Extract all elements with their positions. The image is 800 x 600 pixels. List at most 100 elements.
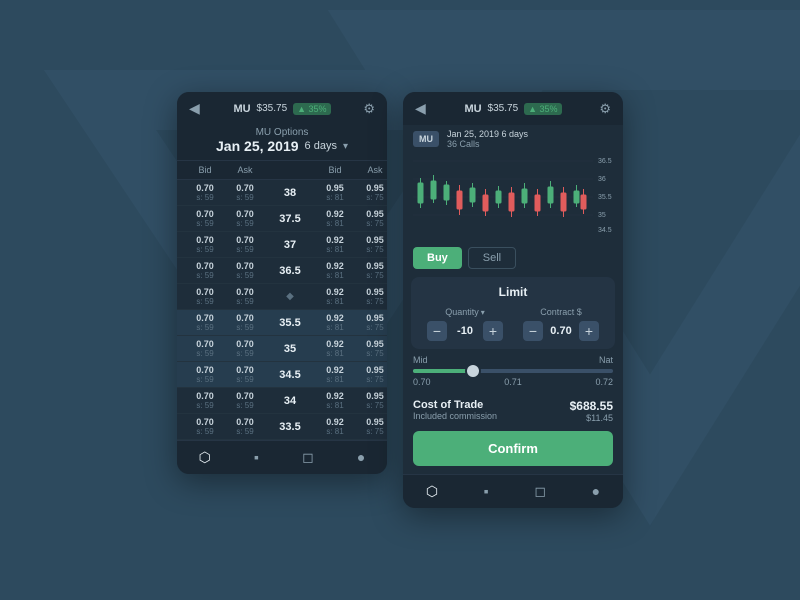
cost-amounts: $688.55 $11.45 [570,399,613,423]
nav-icon-home[interactable]: ⬡ [199,449,211,466]
chart-area: 36.5 36 35.5 35 34.5 [403,149,623,239]
table-row[interactable]: 0.70s: 59 0.70s: 59 36.5 0.92s: 81 0.95s… [177,258,387,284]
right-nav-profile-icon[interactable]: ● [592,483,600,500]
nav-icon-profile[interactable]: ● [357,449,365,466]
right-nav-portfolio-icon[interactable]: ▪ [484,483,489,500]
table-row[interactable]: 0.70s: 59 0.70s: 59 37 0.92s: 81 0.95s: … [177,232,387,258]
col-strike [265,165,315,175]
ticker-label: MU [233,103,250,115]
quantity-value: -10 [451,325,479,337]
candlestick-chart: 36.5 36 35.5 35 34.5 [409,153,617,233]
cost-row: Cost of Trade Included commission $688.5… [403,391,623,425]
slider-mid-label: Mid [413,355,428,365]
slider-track[interactable] [413,369,613,373]
contract-stepper: − 0.70 + [517,321,605,341]
cost-commission: $11.45 [570,413,613,423]
mu-logo: MU [413,131,439,147]
svg-text:35.5: 35.5 [598,194,612,201]
contract-value: 0.70 [547,325,575,337]
cost-label: Cost of Trade [413,399,497,411]
slider-labels-row: Mid Nat [413,355,613,365]
panels-container: ◀ MU $35.75 ▲ 35% ⚙ MU Options Jan 25, 2… [177,92,623,508]
table-row[interactable]: 0.70s: 59 0.70s: 59 35.5 0.92s: 81 0.95s… [177,310,387,336]
confirm-button[interactable]: Confirm [413,431,613,466]
quantity-minus-button[interactable]: − [427,321,447,341]
options-title: MU Options [177,127,387,138]
sell-button[interactable]: Sell [468,247,516,269]
table-row[interactable]: 0.70s: 59 0.70s: 59 ◆ 0.92s: 81 0.95s: 7… [177,284,387,310]
days-badge: 6 days [305,140,337,152]
right-bottom-nav: ⬡ ▪ ◻ ● [403,474,623,508]
right-panel: ◀ MU $35.75 ▲ 35% ⚙ MU Jan 25, 2019 6 da… [403,92,623,508]
chart-info: MU Jan 25, 2019 6 days 36 Calls [403,125,623,149]
order-panel: Limit Quantity ▾ − -10 + [411,277,615,349]
right-change-badge: ▲ 35% [524,103,561,115]
right-header-content: MU $35.75 ▲ 35% [435,103,591,115]
svg-text:36.5: 36.5 [598,158,612,165]
table-row[interactable]: 0.70s: 59 0.70s: 59 37.5 0.92s: 81 0.95s… [177,206,387,232]
svg-text:36: 36 [598,176,606,183]
right-nav-watchlist-icon[interactable]: ◻ [534,483,546,500]
table-row[interactable]: 0.70s: 59 0.70s: 59 34.5 0.92s: 81 0.95s… [177,362,387,388]
col-ask2: Ask [355,165,387,175]
right-nav-home-icon[interactable]: ⬡ [426,483,438,500]
chart-subtitle: Jan 25, 2019 6 days [447,129,528,139]
ticker-row: MU $35.75 ▲ 35% [233,103,330,115]
buy-sell-row: Buy Sell [403,239,623,277]
table-row[interactable]: 0.70s: 59 0.70s: 59 38 0.95s: 81 0.95s: … [177,180,387,206]
cost-amount: $688.55 [570,399,613,413]
right-gear-button[interactable]: ⚙ [591,101,611,117]
svg-text:34.5: 34.5 [598,227,612,233]
svg-text:35: 35 [598,212,606,219]
right-ticker-label: MU [464,103,481,115]
buy-button[interactable]: Buy [413,247,462,269]
slider-fill [413,369,473,373]
quantity-label: Quantity ▾ [421,307,509,317]
col-bid2: Bid [315,165,355,175]
contract-plus-button[interactable]: + [579,321,599,341]
quantity-field: Quantity ▾ − -10 + [421,307,509,341]
slider-val-1: 0.71 [504,377,522,387]
slider-values-row: 0.70 0.71 0.72 [413,377,613,387]
right-back-button[interactable]: ◀ [415,100,435,117]
contract-minus-button[interactable]: − [523,321,543,341]
left-bottom-nav: ⬡ ▪ ◻ ● [177,440,387,474]
change-badge: ▲ 35% [293,103,330,115]
table-row[interactable]: 0.70s: 59 0.70s: 59 34 0.92s: 81 0.95s: … [177,388,387,414]
contract-field: Contract $ − 0.70 + [517,307,605,341]
gear-button[interactable]: ⚙ [355,101,375,117]
table-row[interactable]: 0.70s: 59 0.70s: 59 33.5 0.92s: 81 0.95s… [177,414,387,440]
slider-val-0: 0.70 [413,377,431,387]
quantity-chevron-icon: ▾ [481,308,485,317]
contract-label: Contract $ [517,307,605,317]
options-title-bar: MU Options Jan 25, 2019 6 days ▾ [177,125,387,161]
date-chevron-icon[interactable]: ▾ [343,141,348,152]
back-button[interactable]: ◀ [189,100,209,117]
table-header: Bid Ask Bid Ask [177,161,387,180]
right-panel-header: ◀ MU $35.75 ▲ 35% ⚙ [403,92,623,125]
table-row[interactable]: 0.70s: 59 0.70s: 59 35 0.92s: 81 0.95s: … [177,336,387,362]
col-ask: Ask [225,165,265,175]
nav-icon-portfolio[interactable]: ▪ [254,449,259,466]
quantity-plus-button[interactable]: + [483,321,503,341]
order-type-label: Limit [421,285,605,299]
left-panel-header: ◀ MU $35.75 ▲ 35% ⚙ [177,92,387,125]
cost-sub: Included commission [413,411,497,421]
options-table: 0.70s: 59 0.70s: 59 38 0.95s: 81 0.95s: … [177,180,387,440]
cost-labels: Cost of Trade Included commission [413,399,497,421]
slider-val-2: 0.72 [595,377,613,387]
header-center: MU $35.75 ▲ 35% [233,103,330,115]
slider-nat-label: Nat [599,355,613,365]
nav-icon-watchlist[interactable]: ◻ [302,449,314,466]
slider-thumb[interactable] [467,365,479,377]
date-row: Jan 25, 2019 6 days ▾ [177,138,387,154]
price-slider-container: Mid Nat 0.70 0.71 0.72 [403,349,623,391]
right-ticker-row: MU $35.75 ▲ 35% [464,103,561,115]
order-fields-row: Quantity ▾ − -10 + Contract $ − [421,307,605,341]
chart-subtitle2: 36 Calls [447,139,528,149]
date-text: Jan 25, 2019 [216,138,299,154]
col-bid: Bid [185,165,225,175]
price-label: $35.75 [257,103,288,114]
right-price-label: $35.75 [488,103,519,114]
left-panel: ◀ MU $35.75 ▲ 35% ⚙ MU Options Jan 25, 2… [177,92,387,474]
